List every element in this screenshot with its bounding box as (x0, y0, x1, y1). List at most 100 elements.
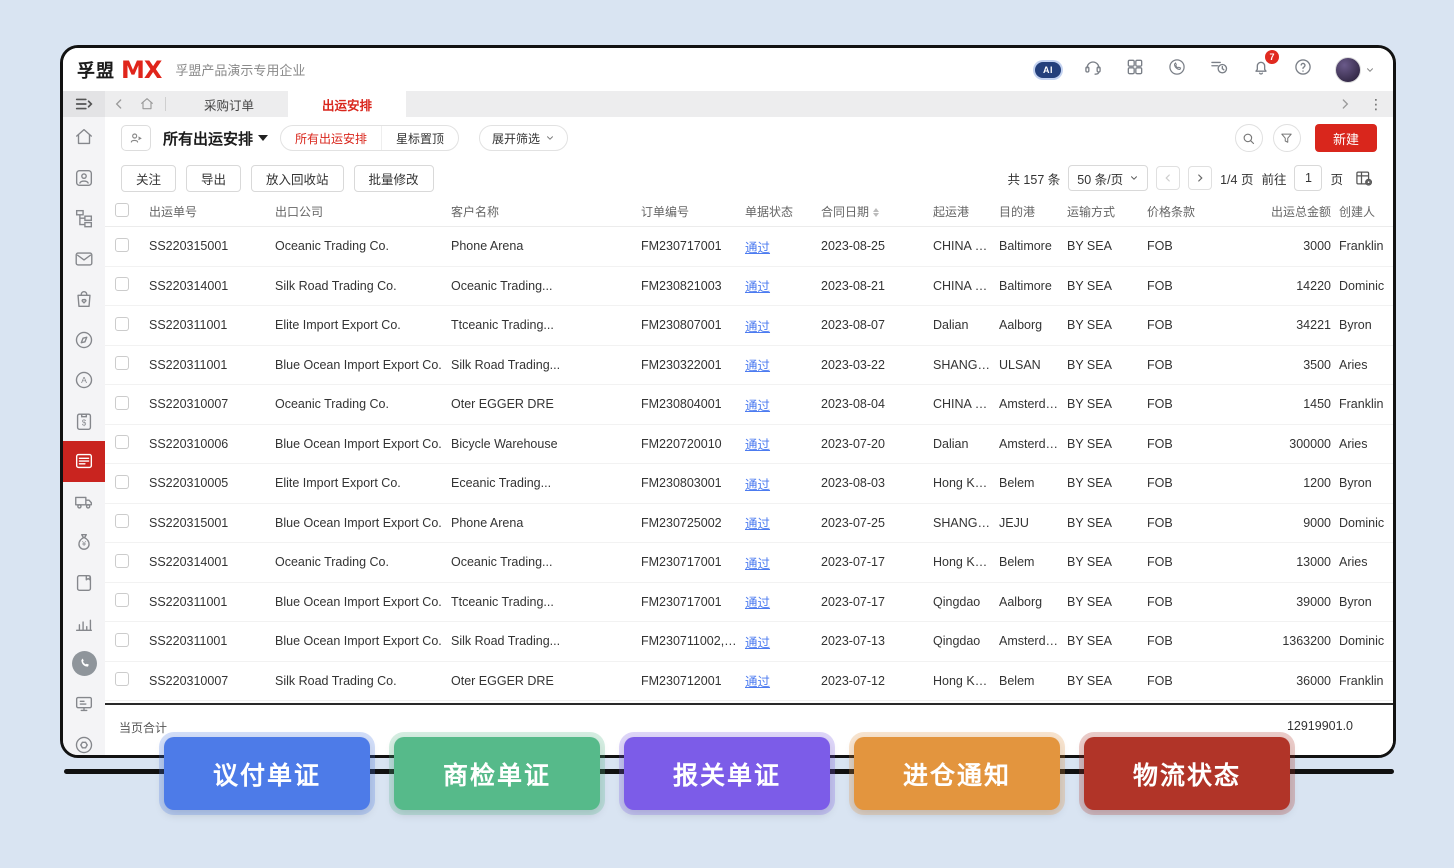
next-page-icon[interactable] (1188, 166, 1212, 190)
status-link[interactable]: 通过 (745, 399, 770, 413)
menu-toggle-icon[interactable] (63, 91, 105, 117)
sidebar-item-org[interactable] (63, 198, 105, 239)
sidebar-item-shipping[interactable] (63, 441, 105, 482)
customs-docs-button[interactable]: 报关单证 (624, 737, 830, 810)
table-row[interactable]: SS220311001 Elite Import Export Co. Ttce… (105, 306, 1393, 346)
table-settings-icon[interactable] (1351, 165, 1377, 191)
row-checkbox[interactable] (115, 475, 129, 489)
row-checkbox[interactable] (115, 277, 129, 291)
col-customer[interactable]: 客户名称 (451, 203, 641, 220)
page-size-select[interactable]: 50 条/页 (1068, 165, 1148, 191)
sidebar-item-logistics[interactable] (63, 482, 105, 523)
ai-assistant-icon[interactable]: AI (1035, 62, 1061, 78)
row-checkbox[interactable] (115, 396, 129, 410)
status-link[interactable]: 通过 (745, 675, 770, 689)
col-transport[interactable]: 运输方式 (1067, 203, 1147, 220)
table-row[interactable]: SS220310006 Blue Ocean Import Export Co.… (105, 425, 1393, 465)
col-amount[interactable]: 出运总金额 (1217, 203, 1339, 220)
status-link[interactable]: 通过 (745, 241, 770, 255)
apps-grid-icon[interactable] (1125, 57, 1145, 82)
status-link[interactable]: 通过 (745, 636, 770, 650)
table-row[interactable]: SS220314001 Silk Road Trading Co. Oceani… (105, 267, 1393, 307)
col-price-terms[interactable]: 价格条款 (1147, 203, 1217, 220)
sidebar-item-contacts[interactable] (63, 158, 105, 199)
sort-icon[interactable] (873, 208, 879, 217)
recycle-bin-button[interactable]: 放入回收站 (251, 165, 344, 192)
follow-button[interactable]: 关注 (121, 165, 176, 192)
row-checkbox[interactable] (115, 554, 129, 568)
prev-page-icon[interactable] (1156, 166, 1180, 190)
row-checkbox[interactable] (115, 435, 129, 449)
logistics-status-button[interactable]: 物流状态 (1084, 737, 1290, 810)
table-row[interactable]: SS220310005 Elite Import Export Co. Ecea… (105, 464, 1393, 504)
warehouse-notice-button[interactable]: 进仓通知 (854, 737, 1060, 810)
sidebar-item-mail[interactable] (63, 239, 105, 280)
home-icon[interactable] (139, 96, 155, 112)
forward-icon[interactable] (1337, 96, 1353, 112)
sidebar-item-finance[interactable]: ¥ (63, 522, 105, 563)
sidebar-item-ledger[interactable] (63, 563, 105, 604)
inspection-docs-button[interactable]: 商检单证 (394, 737, 600, 810)
status-link[interactable]: 通过 (745, 359, 770, 373)
row-checkbox[interactable] (115, 514, 129, 528)
search-icon[interactable] (1235, 124, 1263, 152)
status-link[interactable]: 通过 (745, 596, 770, 610)
status-link[interactable]: 通过 (745, 280, 770, 294)
sidebar-item-workbench[interactable] (63, 684, 105, 725)
table-row[interactable]: SS220315001 Blue Ocean Import Export Co.… (105, 504, 1393, 544)
status-link[interactable]: 通过 (745, 320, 770, 334)
row-checkbox[interactable] (115, 356, 129, 370)
bell-icon[interactable]: 7 (1251, 57, 1271, 82)
export-button[interactable]: 导出 (186, 165, 241, 192)
table-row[interactable]: SS220311001 Blue Ocean Import Export Co.… (105, 346, 1393, 386)
sidebar-item-explore[interactable] (63, 320, 105, 361)
status-link[interactable]: 通过 (745, 517, 770, 531)
new-button[interactable]: 新建 (1315, 124, 1377, 152)
table-row[interactable]: SS220310007 Silk Road Trading Co. Oter E… (105, 662, 1393, 702)
help-icon[interactable] (1293, 57, 1313, 82)
person-filter-icon[interactable] (121, 125, 151, 151)
row-checkbox[interactable] (115, 593, 129, 607)
sidebar-item-quotes[interactable]: $ (63, 401, 105, 442)
col-pol[interactable]: 起运港 (933, 203, 999, 220)
batch-edit-button[interactable]: 批量修改 (354, 165, 434, 192)
col-ship-no[interactable]: 出运单号 (149, 203, 275, 220)
col-exporter[interactable]: 出口公司 (275, 203, 451, 220)
goto-page-input[interactable] (1294, 165, 1322, 191)
segment-all-shipments[interactable]: 所有出运安排 (281, 126, 381, 150)
col-creator[interactable]: 创建人 (1339, 203, 1396, 220)
table-row[interactable]: SS220311001 Blue Ocean Import Export Co.… (105, 622, 1393, 662)
headset-icon[interactable] (1083, 57, 1103, 82)
sidebar-item-marks[interactable]: A (63, 360, 105, 401)
select-all-checkbox[interactable] (115, 203, 129, 217)
back-icon[interactable] (111, 96, 127, 112)
table-row[interactable]: SS220310007 Oceanic Trading Co. Oter EGG… (105, 385, 1393, 425)
tab-purchase-orders[interactable]: 采购订单 (170, 91, 288, 117)
view-title-dropdown[interactable]: 所有出运安排 (163, 128, 268, 149)
funnel-icon[interactable] (1273, 124, 1301, 152)
row-checkbox[interactable] (115, 633, 129, 647)
row-checkbox[interactable] (115, 672, 129, 686)
col-status[interactable]: 单据状态 (745, 203, 821, 220)
avatar[interactable] (1335, 57, 1361, 83)
segment-starred-top[interactable]: 星标置顶 (381, 126, 458, 150)
table-row[interactable]: SS220311001 Blue Ocean Import Export Co.… (105, 583, 1393, 623)
sidebar-item-home[interactable] (63, 117, 105, 158)
whatsapp-icon[interactable] (1167, 57, 1187, 82)
status-link[interactable]: 通过 (745, 438, 770, 452)
more-vertical-icon[interactable]: ⋮ (1369, 96, 1383, 113)
status-link[interactable]: 通过 (745, 557, 770, 571)
sidebar-item-orders[interactable] (63, 279, 105, 320)
sidebar-item-reports[interactable] (63, 603, 105, 644)
table-row[interactable]: SS220314001 Oceanic Trading Co. Oceanic … (105, 543, 1393, 583)
sidebar-item-whatsapp[interactable] (63, 644, 105, 685)
expand-filter-button[interactable]: 展开筛选 (479, 125, 568, 151)
negotiation-docs-button[interactable]: 议付单证 (164, 737, 370, 810)
col-order-no[interactable]: 订单编号 (641, 203, 745, 220)
user-menu[interactable] (1335, 57, 1375, 83)
tab-shipping-arrangement[interactable]: 出运安排 (288, 91, 406, 117)
col-pod[interactable]: 目的港 (999, 203, 1067, 220)
row-checkbox[interactable] (115, 238, 129, 252)
col-contract-date[interactable]: 合同日期 (821, 203, 933, 220)
task-list-icon[interactable] (1209, 57, 1229, 82)
